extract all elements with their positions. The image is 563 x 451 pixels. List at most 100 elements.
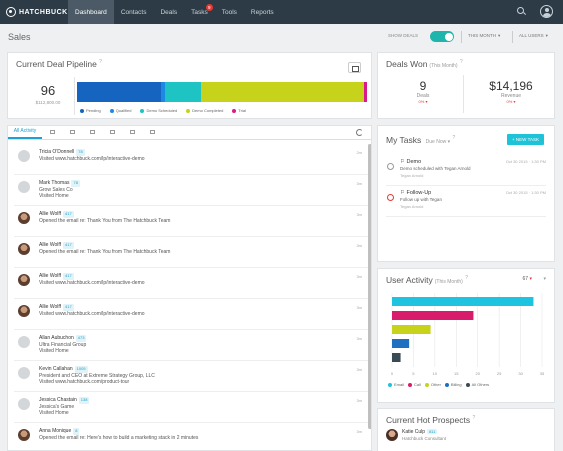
logo[interactable]: HATCHBUCK bbox=[6, 7, 68, 17]
activity-row[interactable]: Allie Wolff 417 Visited www.hatchbuck.com/… bbox=[14, 299, 368, 330]
divider bbox=[463, 75, 464, 113]
nav-tools[interactable]: Tools bbox=[215, 0, 244, 24]
period-dropdown[interactable]: THIS MONTH ▾ bbox=[468, 33, 500, 39]
avatar[interactable] bbox=[18, 274, 30, 286]
avatar[interactable] bbox=[18, 367, 30, 379]
avatar[interactable] bbox=[18, 150, 30, 162]
activity-row[interactable]: Allie Wolff 417 Opened the email re: Thank… bbox=[14, 237, 368, 268]
avatar[interactable] bbox=[18, 243, 30, 255]
contact-name[interactable]: Allie Wolff bbox=[39, 211, 61, 217]
new-task-button[interactable]: + NEW TASK bbox=[507, 134, 544, 145]
chevron-down-icon[interactable]: ▾ bbox=[543, 276, 546, 282]
tab-email[interactable] bbox=[42, 126, 62, 139]
bar-email[interactable] bbox=[392, 297, 534, 306]
task-description: Demo scheduled with Tegan Arnold bbox=[400, 166, 471, 171]
score-badge: 417 bbox=[63, 273, 74, 280]
nav-reports[interactable]: Reports bbox=[244, 0, 281, 24]
show-deals-toggle[interactable] bbox=[430, 31, 454, 42]
help-icon[interactable]: ? bbox=[472, 415, 475, 421]
avatar[interactable] bbox=[18, 398, 30, 410]
task-item[interactable]: ⚐ Demo Demo scheduled with Tegan Arnold Te… bbox=[386, 155, 546, 186]
avatar[interactable] bbox=[18, 181, 30, 193]
contact-name[interactable]: Allan Aubuchon bbox=[39, 335, 74, 341]
nav-dashboard[interactable]: Dashboard bbox=[68, 0, 114, 24]
legend-label: Trial bbox=[238, 108, 246, 113]
user-avatar-icon[interactable] bbox=[540, 5, 553, 18]
contact-name[interactable]: Allie Wolff bbox=[39, 273, 61, 279]
tab-calls[interactable] bbox=[102, 126, 122, 139]
help-icon[interactable]: ? bbox=[460, 59, 463, 65]
activity-row[interactable]: Jessica Chastain 138 Jessica's Game Visited… bbox=[14, 392, 368, 423]
bar-call[interactable] bbox=[392, 311, 474, 320]
nav-tasks[interactable]: Tasks 9 bbox=[184, 0, 215, 24]
help-icon[interactable]: ? bbox=[465, 275, 468, 281]
tab-all-activity[interactable]: All Activity bbox=[8, 126, 42, 139]
bar-billing[interactable] bbox=[392, 339, 410, 348]
pipeline-segment[interactable] bbox=[165, 82, 201, 102]
pipeline-segment[interactable] bbox=[200, 82, 364, 102]
legend-swatch bbox=[109, 108, 114, 113]
tab-flags[interactable] bbox=[142, 126, 162, 139]
activity-row[interactable]: Kevin Callahan 1005 President and CEO at E… bbox=[14, 361, 368, 392]
activity-scrollbar[interactable] bbox=[368, 144, 371, 429]
task-owner: Tegan Arnold bbox=[400, 204, 424, 209]
task-item[interactable]: ⚐ Follow-Up Follow up with Tegan Tegan Arn… bbox=[386, 186, 546, 217]
activity-time: 3m bbox=[356, 398, 362, 403]
trend-down-icon: ▾ bbox=[425, 99, 428, 104]
activity-row[interactable]: Allie Wolff 417 Visited www.hatchbuck.com/… bbox=[14, 268, 368, 299]
activity-row[interactable]: Allan Aubuchon 473 Ultra Financial Group Vi… bbox=[14, 330, 368, 361]
refresh-icon[interactable] bbox=[356, 129, 363, 136]
revenue-stat: $14,196 Revenue 0% ▾ bbox=[476, 79, 546, 104]
contact-name[interactable]: Tricia O'Donnell bbox=[39, 149, 74, 155]
score-badge: 78 bbox=[71, 180, 80, 187]
bar-other[interactable] bbox=[392, 325, 431, 334]
avatar[interactable] bbox=[18, 336, 30, 348]
search-icon[interactable] bbox=[517, 7, 526, 16]
activity-row[interactable]: Mark Thomas 78 Grow Sales Co Visited Home 3m bbox=[14, 175, 368, 206]
legend-label: All Others bbox=[471, 382, 490, 387]
tab-meetings[interactable] bbox=[122, 126, 142, 139]
tab-chat[interactable] bbox=[82, 126, 102, 139]
chevron-down-icon: ▾ bbox=[545, 33, 548, 38]
contact-name[interactable]: Anna Monique bbox=[39, 428, 71, 434]
nav-deals[interactable]: Deals bbox=[153, 0, 184, 24]
task-checkbox[interactable] bbox=[387, 194, 394, 201]
scrollbar-thumb[interactable] bbox=[368, 144, 371, 429]
tasks-filter-dropdown[interactable]: Due Now ▾ bbox=[426, 139, 450, 145]
contact-name[interactable]: Allie Wolff bbox=[39, 242, 61, 248]
contact-name[interactable]: Kevin Callahan bbox=[39, 366, 73, 372]
tasks-panel: My Tasks Due Now ▾ ? + NEW TASK ⚐ Demo De… bbox=[377, 125, 555, 262]
tab-notes[interactable] bbox=[62, 126, 82, 139]
revenue-trend-value: 0% bbox=[506, 99, 513, 104]
avatar[interactable] bbox=[386, 429, 398, 441]
nav-label: Reports bbox=[250, 8, 274, 16]
contact-name[interactable]: Allie Wolff bbox=[39, 304, 61, 310]
contact-name[interactable]: Jessica Chastain bbox=[39, 397, 77, 403]
activity-row[interactable]: Anna Monique 8 Opened the email re: Here's… bbox=[14, 423, 368, 450]
activity-line: Opened the email re: Here's how to build… bbox=[39, 434, 199, 441]
activity-row[interactable]: Tricia O'Donnell 78 Visited www.hatchbuck.… bbox=[14, 144, 368, 175]
users-dropdown[interactable]: ALL USERS ▾ bbox=[519, 33, 548, 39]
help-icon[interactable]: ? bbox=[99, 59, 102, 65]
task-title[interactable]: Demo bbox=[406, 159, 421, 165]
activity-text: Allie Wolff 417 Visited www.hatchbuck.com/… bbox=[39, 273, 145, 286]
deals-count: 9 bbox=[419, 79, 427, 93]
calendar-icon[interactable] bbox=[348, 62, 361, 73]
contact-name[interactable]: Mark Thomas bbox=[39, 180, 69, 186]
task-date: Oct 30 2015 · 1:30 PM bbox=[505, 190, 546, 195]
pipeline-segment[interactable] bbox=[363, 82, 367, 102]
activity-row[interactable]: Allie Wolff 417 Opened the email re: Thank… bbox=[14, 206, 368, 237]
legend-label: Pending bbox=[86, 108, 101, 113]
nav-contacts[interactable]: Contacts bbox=[114, 0, 154, 24]
bar-all-others[interactable] bbox=[392, 353, 401, 362]
task-checkbox[interactable] bbox=[387, 163, 394, 170]
task-title[interactable]: Follow-Up bbox=[406, 190, 431, 196]
prospect-name[interactable]: Katie Culp bbox=[402, 429, 425, 435]
revenue-amount: $14,196 bbox=[489, 79, 533, 93]
pipeline-segment[interactable] bbox=[77, 82, 162, 102]
help-icon[interactable]: ? bbox=[453, 135, 456, 141]
avatar[interactable] bbox=[18, 429, 30, 441]
avatar[interactable] bbox=[18, 305, 30, 317]
avatar[interactable] bbox=[18, 212, 30, 224]
activity-time: 3m bbox=[356, 429, 362, 434]
